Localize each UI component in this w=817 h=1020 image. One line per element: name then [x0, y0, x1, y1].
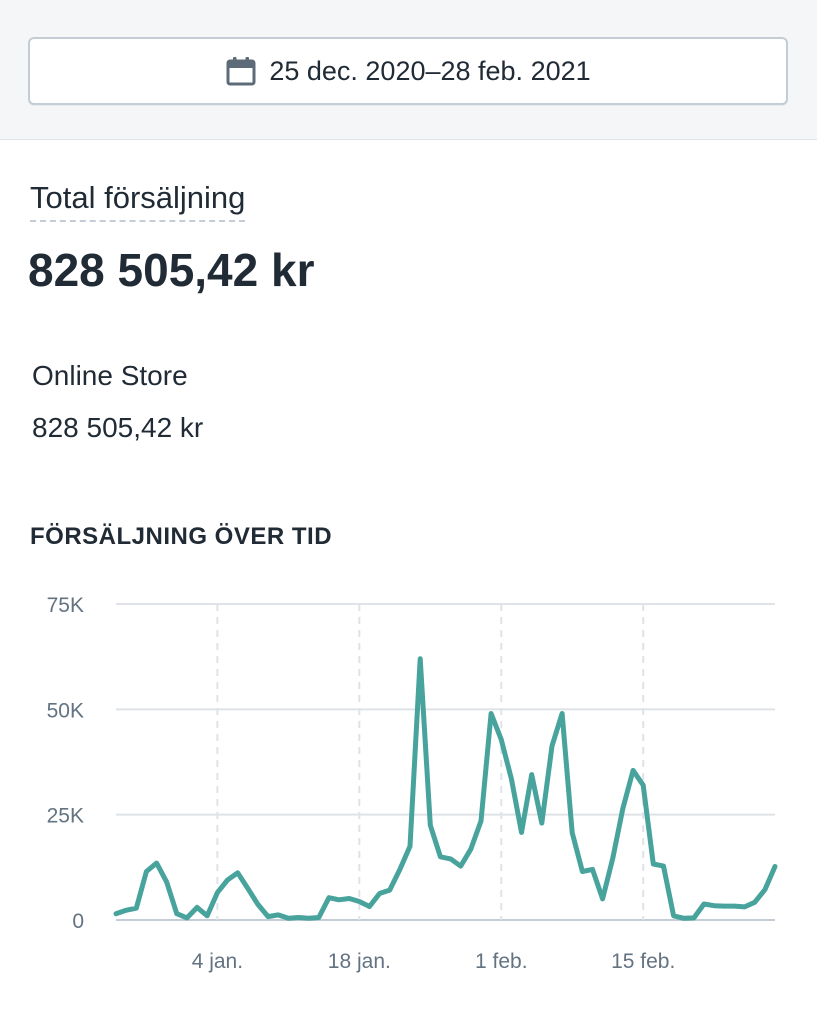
- date-range-label: 25 dec. 2020–28 feb. 2021: [269, 55, 591, 86]
- total-sales-value: 828 505,42 kr: [28, 244, 315, 296]
- sales-line: [113, 656, 778, 921]
- calendar-icon: [226, 57, 256, 86]
- y-tick-label: 0: [72, 910, 84, 933]
- y-tick-label: 50K: [47, 699, 84, 722]
- total-sales-title[interactable]: Total försäljning: [30, 180, 246, 222]
- channel-name: Online Store: [32, 360, 188, 391]
- chart-heading: FÖRSÄLJNING ÖVER TID: [30, 523, 333, 550]
- date-range-button[interactable]: 25 dec. 2020–28 feb. 2021: [28, 37, 788, 105]
- x-tick-label: 15 feb.: [611, 950, 675, 973]
- y-tick-label: 25K: [47, 805, 84, 828]
- x-tick-label: 18 jan.: [328, 950, 391, 973]
- x-tick-label: 1 feb.: [475, 950, 528, 973]
- y-tick-label: 75K: [47, 594, 84, 617]
- x-tick-label: 4 jan.: [192, 950, 243, 973]
- date-range-bar: 25 dec. 2020–28 feb. 2021: [0, 0, 817, 140]
- channel-value: 828 505,42 kr: [32, 412, 204, 443]
- sales-over-time-chart: 0 25K 50K 75K 4 jan. 18 jan. 1 feb. 15 feb.: [47, 594, 778, 973]
